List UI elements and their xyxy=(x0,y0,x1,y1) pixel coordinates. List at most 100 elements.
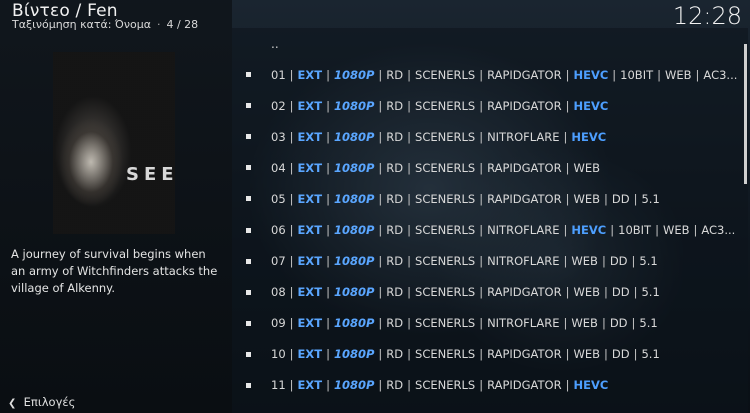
list-item[interactable]: 03 | EXT | 1080P | RD | SCENERLS | NITROFLARE | HEVC xyxy=(246,121,746,152)
separator: | xyxy=(378,347,383,362)
separator: | xyxy=(563,129,568,144)
item-tag: EXT xyxy=(297,316,323,331)
options-button[interactable]: ❮ Επιλογές xyxy=(8,395,75,409)
bullet-icon xyxy=(246,72,251,78)
item-tag: 1080P xyxy=(333,285,375,300)
separator: | xyxy=(407,254,412,269)
list-item[interactable]: 08 | EXT | 1080P | RD | SCENERLS | RAPIDGATOR | WEB |… xyxy=(246,277,746,308)
item-tag: SCENERLS xyxy=(415,347,476,362)
item-number: 06 xyxy=(271,223,286,238)
parent-folder-item[interactable]: .. xyxy=(271,37,279,51)
item-tag: SCENERLS xyxy=(415,67,476,82)
item-tag: WEB xyxy=(573,347,600,362)
separator: | xyxy=(565,378,570,393)
item-number: 07 xyxy=(271,254,286,269)
bullet-icon xyxy=(246,382,251,388)
source-list: 01 | EXT | 1080P | RD | SCENERLS | RAPIDGATOR | HEVC… xyxy=(246,59,746,401)
separator: | xyxy=(289,67,294,82)
separator: | xyxy=(378,129,383,144)
item-tag: SCENERLS xyxy=(415,285,476,300)
item-tag: 1080P xyxy=(333,67,375,82)
item-tag: 5.1 xyxy=(639,316,658,331)
separator: | xyxy=(631,254,636,269)
item-number: 03 xyxy=(271,129,286,144)
item-tag: DD xyxy=(611,191,630,206)
list-item[interactable]: 02 | EXT | 1080P | RD | SCENERLS | RAPIDGATOR | HEVC xyxy=(246,90,746,121)
separator: | xyxy=(326,129,330,144)
separator: | xyxy=(378,160,383,175)
item-tag: NITROFLARE xyxy=(487,254,560,269)
scrollbar[interactable] xyxy=(744,44,747,184)
item-tag: RD xyxy=(386,129,404,144)
options-label: Επιλογές xyxy=(23,395,76,409)
separator-dot: · xyxy=(156,18,161,31)
separator: | xyxy=(407,285,412,300)
separator: | xyxy=(289,285,294,300)
list-item[interactable]: 09 | EXT | 1080P | RD | SCENERLS | NITROFLARE | WEB |… xyxy=(246,308,746,339)
item-tag: 1080P xyxy=(333,98,375,113)
list-item[interactable]: 11 | EXT | 1080P | RD | SCENERLS | RAPIDGATOR | HEVC xyxy=(246,370,746,401)
separator: | xyxy=(378,254,383,269)
item-number: 01 xyxy=(271,67,286,82)
separator: | xyxy=(633,191,638,206)
list-item[interactable]: 06 | EXT | 1080P | RD | SCENERLS | NITROFLARE | HEVC… xyxy=(246,214,746,245)
separator: | xyxy=(326,223,330,238)
separator: | xyxy=(604,191,608,206)
separator: | xyxy=(479,378,484,393)
item-tag: 1080P xyxy=(333,378,375,393)
item-tag: SCENERLS xyxy=(415,254,476,269)
bullet-icon xyxy=(246,289,251,295)
separator: | xyxy=(565,67,570,82)
item-tag: EXT xyxy=(297,378,323,393)
item-tag: RAPIDGATOR xyxy=(487,191,562,206)
item-number: 04 xyxy=(271,160,286,175)
list-item[interactable]: 05 | EXT | 1080P | RD | SCENERLS | RAPIDGATOR | WEB |… xyxy=(246,183,746,214)
separator: | xyxy=(565,98,570,113)
item-tag: EXT xyxy=(297,223,323,238)
item-tag: RAPIDGATOR xyxy=(487,67,562,82)
item-tag: 1080P xyxy=(333,129,375,144)
item-tag: 10BIT xyxy=(620,67,654,82)
item-tag: WEB xyxy=(571,316,598,331)
item-tag: NITROFLARE xyxy=(487,223,560,238)
list-item[interactable]: 07 | EXT | 1080P | RD | SCENERLS | NITROFLARE | WEB |… xyxy=(246,246,746,277)
item-tag: HEVC xyxy=(571,129,607,144)
separator: | xyxy=(565,347,570,362)
separator: | xyxy=(407,98,412,113)
list-item[interactable]: 04 | EXT | 1080P | RD | SCENERLS | RAPIDGATOR | WEB xyxy=(246,152,746,183)
item-tag: EXT xyxy=(297,347,323,362)
item-number: 09 xyxy=(271,316,286,331)
poster-image: SEE xyxy=(53,52,175,234)
item-tag: RD xyxy=(386,67,404,82)
separator: | xyxy=(479,316,484,331)
list-item[interactable]: 10 | EXT | 1080P | RD | SCENERLS | RAPIDGATOR | WEB |… xyxy=(246,339,746,370)
item-tag: RAPIDGATOR xyxy=(487,378,562,393)
sort-info[interactable]: Ταξινόμηση κατά: Όνομα · 4 / 28 xyxy=(12,18,198,31)
plot-text: A journey of survival begins when an arm… xyxy=(11,247,218,295)
item-number: 02 xyxy=(271,98,286,113)
separator: | xyxy=(378,378,383,393)
item-tag: HEVC xyxy=(571,223,607,238)
separator: | xyxy=(378,67,383,82)
separator: | xyxy=(407,129,412,144)
item-tag: RAPIDGATOR xyxy=(487,285,562,300)
item-tag: SCENERLS xyxy=(415,223,476,238)
bullet-icon xyxy=(246,258,251,264)
item-tag: RAPIDGATOR xyxy=(487,347,562,362)
item-tag: WEB xyxy=(573,191,600,206)
list-item[interactable]: 01 | EXT | 1080P | RD | SCENERLS | RAPIDGATOR | HEVC… xyxy=(246,59,746,90)
separator: | xyxy=(633,285,638,300)
item-position: 4 / 28 xyxy=(166,18,199,31)
separator: | xyxy=(479,223,484,238)
separator: | xyxy=(326,191,330,206)
item-tag: 5.1 xyxy=(641,285,660,300)
item-tag: EXT xyxy=(297,191,323,206)
separator: | xyxy=(479,285,484,300)
item-tag: RD xyxy=(386,98,404,113)
item-tag: HEVC xyxy=(573,378,609,393)
item-tag: AC3... xyxy=(703,67,738,82)
item-tag: WEB xyxy=(571,254,598,269)
item-tag: 1080P xyxy=(333,223,375,238)
separator: | xyxy=(378,316,383,331)
item-tag: WEB xyxy=(665,67,692,82)
